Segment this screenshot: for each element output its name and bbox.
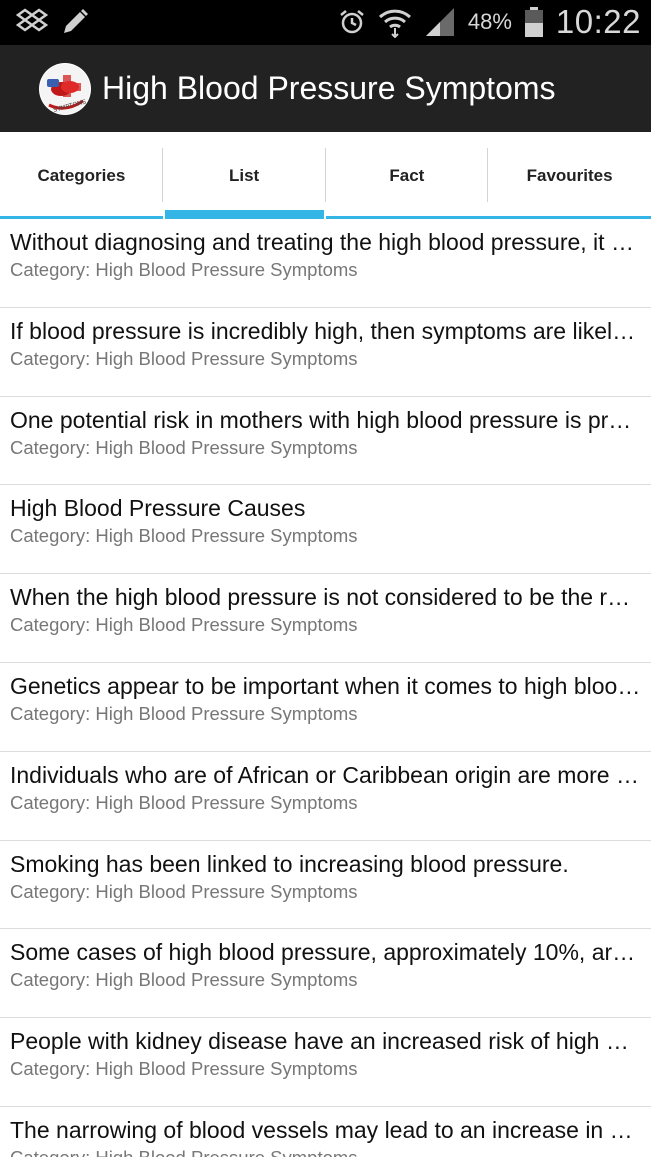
list-item[interactable]: Some cases of high blood pressure, appro…	[0, 929, 651, 1019]
tab-categories[interactable]: Categories	[0, 132, 163, 219]
item-title: High Blood Pressure Causes	[10, 495, 306, 522]
tab-list[interactable]: List	[163, 132, 326, 219]
alarm-icon	[338, 8, 366, 36]
battery-percent: 48%	[467, 9, 512, 34]
status-bar: 48% 10:22	[0, 0, 651, 45]
list-item[interactable]: Genetics appear to be important when it …	[0, 663, 651, 752]
list-item[interactable]: When the high blood pressure is not cons…	[0, 574, 651, 663]
item-title: The narrowing of blood vessels may lead …	[10, 1116, 641, 1143]
dropbox-icon	[16, 8, 48, 36]
list-item[interactable]: The narrowing of blood vessels may lead …	[0, 1107, 651, 1157]
item-title: Genetics appear to be important when it …	[10, 672, 641, 699]
item-title: Smoking has been linked to increasing bl…	[10, 850, 569, 877]
item-title: People with kidney disease have an incre…	[10, 1028, 641, 1055]
item-category: Category: High Blood Pressure Symptoms	[10, 614, 358, 636]
item-category: Category: High Blood Pressure Symptoms	[10, 347, 358, 369]
list-item[interactable]: If blood pressure is incredibly high, th…	[0, 308, 651, 397]
item-category: Category: High Blood Pressure Symptoms	[10, 1058, 358, 1080]
pencil-icon	[60, 7, 90, 37]
tab-favourites[interactable]: Favourites	[488, 132, 651, 219]
tab-label: Favourites	[526, 165, 613, 185]
battery-icon	[524, 6, 544, 38]
item-category: Category: High Blood Pressure Symptoms	[10, 880, 358, 902]
clock: 10:22	[555, 3, 641, 40]
signal-icon	[424, 6, 456, 38]
list-item[interactable]: Smoking has been linked to increasing bl…	[0, 841, 651, 930]
item-category: Category: High Blood Pressure Symptoms	[10, 969, 358, 991]
item-category: Category: High Blood Pressure Symptoms	[10, 259, 358, 280]
item-category: Category: High Blood Pressure Symptoms	[10, 525, 358, 547]
wifi-icon	[378, 6, 412, 38]
item-category: Category: High Blood Pressure Symptoms	[10, 702, 358, 724]
tab-selected-indicator	[164, 210, 324, 219]
tab-label: List	[229, 165, 260, 185]
list-item[interactable]: One potential risk in mothers with high …	[0, 397, 651, 486]
symptom-list[interactable]: Without diagnosing and treating the high…	[0, 219, 651, 1157]
app-logo-icon[interactable]: SYMPTOMS	[39, 62, 91, 115]
list-item[interactable]: High Blood Pressure Causes Category: Hig…	[0, 485, 651, 575]
list-item[interactable]: Individuals who are of African or Caribb…	[0, 752, 651, 841]
item-title: When the high blood pressure is not cons…	[10, 584, 641, 611]
list-item[interactable]: Without diagnosing and treating the high…	[0, 219, 651, 308]
item-category: Category: High Blood Pressure Symptoms	[10, 1147, 641, 1157]
action-bar: SYMPTOMS High Blood Pressure Symptoms	[0, 45, 651, 132]
item-title: Individuals who are of African or Caribb…	[10, 761, 641, 788]
item-category: Category: High Blood Pressure Symptoms	[10, 791, 358, 813]
item-title: One potential risk in mothers with high …	[10, 406, 641, 433]
list-item[interactable]: People with kidney disease have an incre…	[0, 1018, 651, 1107]
app-title: High Blood Pressure Symptoms	[102, 70, 556, 106]
tab-label: Fact	[389, 165, 425, 185]
item-category: Category: High Blood Pressure Symptoms	[10, 436, 358, 458]
tab-fact[interactable]: Fact	[325, 132, 489, 219]
item-title: Some cases of high blood pressure, appro…	[10, 939, 641, 966]
item-title: If blood pressure is incredibly high, th…	[10, 317, 641, 344]
tab-label: Categories	[37, 165, 126, 185]
item-title: Without diagnosing and treating the high…	[10, 229, 641, 255]
tab-bar: Categories List Fact Favourites	[0, 132, 651, 219]
